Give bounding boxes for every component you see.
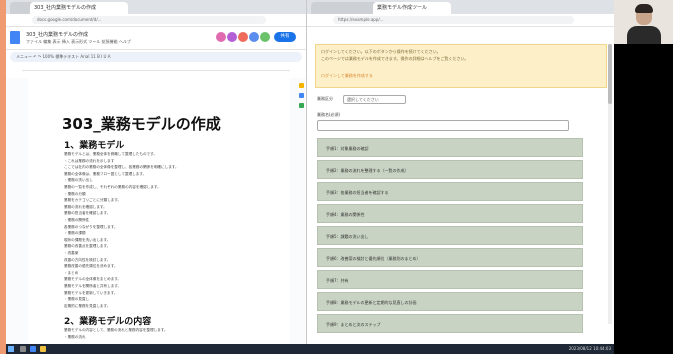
address-bar[interactable]: https://example.app/... [333, 16, 574, 24]
body-line: 定期的に業務を見直します。 [64, 303, 111, 308]
body-line: ・業務の洗い出し [64, 178, 93, 183]
webcam-overlay [614, 0, 673, 44]
body-line: 業務の一覧を作成し、それぞれの業務の内容を確認します。 [64, 185, 161, 189]
category-label: 業務区分 [317, 96, 333, 101]
collaborator-avatars [216, 32, 270, 42]
body-line: ・業務の見直し [64, 297, 90, 302]
webapp-window: 業務モデル作成ツール https://example.app/... ログインし… [307, 0, 614, 344]
keep-icon[interactable] [299, 83, 304, 88]
avatar[interactable] [216, 32, 226, 42]
body-line: ・業務の課題 [64, 231, 86, 236]
body-line: 業務の全体像は、業務フロー図として整理します。 [64, 171, 147, 176]
body-line: 業務の担当者を確認します。 [64, 211, 111, 216]
avatar[interactable] [227, 32, 237, 42]
step-accordion-item[interactable]: 手順9：まとめと次のステップ [317, 314, 583, 333]
body-line: 業務モデルを関係者と共有します。 [64, 284, 122, 288]
section-heading-1: 1、業務モデル [64, 141, 125, 151]
system-clock: 2023/08/12 10:44:03 [568, 346, 611, 351]
docs-window: 303_社内業務モデルの作成 docs.google.com/document/… [6, 0, 307, 344]
contacts-icon[interactable] [299, 103, 304, 108]
docs-toolbar[interactable]: メニュー ↶ ↷ 100% 標準テキスト Arial 11 B I U A [10, 52, 302, 62]
notice-banner: ログインしてください。以下のボタンから操作を続けてください。 このページでは業務… [315, 44, 607, 88]
banner-text: このページでは業務モデルを作成できます。操作の詳細はヘルプをご覧ください。 [321, 56, 469, 61]
avatar[interactable] [249, 32, 259, 42]
body-line: 業務モデルとは、業務全体を俯瞰して整理したものです。 [64, 152, 157, 156]
banner-link[interactable]: ログインして業務を作成する [321, 73, 373, 79]
step-accordion-item[interactable]: 手順8：業務モデルの更新と定期的な見直しの計画 [317, 292, 583, 311]
step-accordion-item[interactable]: 手順6：改善案の検討と優先順位（業務別のまとめ） [317, 248, 583, 267]
category-select[interactable]: 選択してください [343, 95, 406, 104]
tasks-icon[interactable] [299, 93, 304, 98]
body-line: 改善の方向性を検討します。 [64, 257, 111, 262]
name-input[interactable] [317, 120, 569, 131]
banner-text: ログインしてください。以下のボタンから操作を続けてください。 [321, 49, 441, 54]
document-page[interactable]: 303_業務モデルの作成 1、業務モデル 業務モデルとは、業務全体を俯瞰して整理… [28, 78, 290, 344]
step-accordion-item[interactable]: 手順7：共有 [317, 270, 583, 289]
body-line: ここでは社内の業務の全体像を整理し、各業務の関係を明確にします。 [64, 165, 179, 170]
step-accordion-item[interactable]: 手順1：対象業務の確認 [317, 138, 583, 157]
step-accordion-item[interactable]: 手順4：業務の関係性 [317, 204, 583, 223]
body-line: ・業務の流れ [64, 334, 86, 339]
docs-menu-bar[interactable]: ファイル 編集 表示 挿入 表示形式 ツール 拡張機能 ヘルプ [26, 39, 131, 45]
windows-start-icon[interactable] [8, 346, 14, 352]
step-accordion-item[interactable]: 手順5：課題の洗い出し [317, 226, 583, 245]
avatar[interactable] [260, 32, 270, 42]
body-line: 業務モデルの内容として、業務の流れと業務内容を整理します。 [64, 328, 168, 332]
black-margin [614, 44, 673, 354]
browser-tab-active[interactable]: 業務モデル作成ツール [373, 2, 451, 14]
share-button[interactable]: 共有 [274, 32, 296, 42]
search-icon[interactable] [20, 346, 26, 352]
presenter-body [627, 26, 661, 44]
scrollbar[interactable] [608, 44, 612, 324]
explorer-icon[interactable] [40, 346, 46, 352]
body-line: 業務をカテゴリごとに分類します。 [64, 198, 122, 203]
address-bar[interactable]: docs.google.com/document/d/... [32, 16, 266, 24]
name-label: 業務名(必須) [317, 112, 341, 117]
body-line: 業務の流れを確認します。 [64, 204, 107, 209]
avatar[interactable] [238, 32, 248, 42]
chrome-icon[interactable] [30, 346, 36, 352]
body-line: ・業務の関係性 [64, 218, 90, 222]
browser-tab-strip: 303_社内業務モデルの作成 [6, 0, 306, 14]
document-title[interactable]: 303_社内業務モデルの作成 [26, 31, 88, 38]
presenter-hair [635, 4, 653, 13]
docs-logo-icon[interactable] [10, 31, 20, 44]
browser-tab[interactable] [311, 2, 379, 14]
step-accordion-item[interactable]: 手順3：各業務の担当者を確認する [317, 182, 583, 201]
body-line: 業務モデルの全体像をまとめます。 [64, 277, 122, 282]
document-heading: 303_業務モデルの作成 [62, 115, 221, 133]
body-line: 業務モデルを更新していきます。 [64, 290, 118, 295]
docs-header: 303_社内業務モデルの作成 ファイル 編集 表示 挿入 表示形式 ツール 拡張… [6, 27, 306, 50]
scrollbar-thumb[interactable] [608, 44, 612, 104]
docs-side-panel [297, 78, 306, 138]
browser-toolbar: https://example.app/... [307, 14, 614, 27]
body-line: ・業務の分類 [64, 191, 86, 196]
browser-toolbar: docs.google.com/document/d/... [6, 14, 306, 27]
browser-tab-active[interactable]: 303_社内業務モデルの作成 [30, 2, 128, 14]
ruler [22, 64, 290, 71]
body-line: 現状の課題を洗い出します。 [64, 237, 111, 242]
body-line: 各業務のつながりを整理します。 [64, 224, 118, 229]
browser-tab-strip: 業務モデル作成ツール [307, 0, 614, 14]
body-line: ・改善案 [64, 251, 79, 255]
body-line: 業務改善の優先順位を決めます。 [64, 264, 118, 269]
body-line: ・まとめ [64, 270, 79, 275]
body-line: ・これは業務の流れを示します [64, 158, 115, 163]
desktop-screen: 303_社内業務モデルの作成 docs.google.com/document/… [6, 0, 614, 354]
document-canvas: 303_業務モデルの作成 1、業務モデル 業務モデルとは、業務全体を俯瞰して整理… [6, 78, 306, 344]
body-line: 業務の改善点を整理します。 [64, 244, 111, 249]
step-accordion-item[interactable]: 手順2：業務の流れを整理する（一覧の作成） [317, 160, 583, 179]
section-heading-2: 2、業務モデルの内容 [64, 317, 152, 327]
taskbar: 2023/08/12 10:44:03 [6, 344, 614, 354]
